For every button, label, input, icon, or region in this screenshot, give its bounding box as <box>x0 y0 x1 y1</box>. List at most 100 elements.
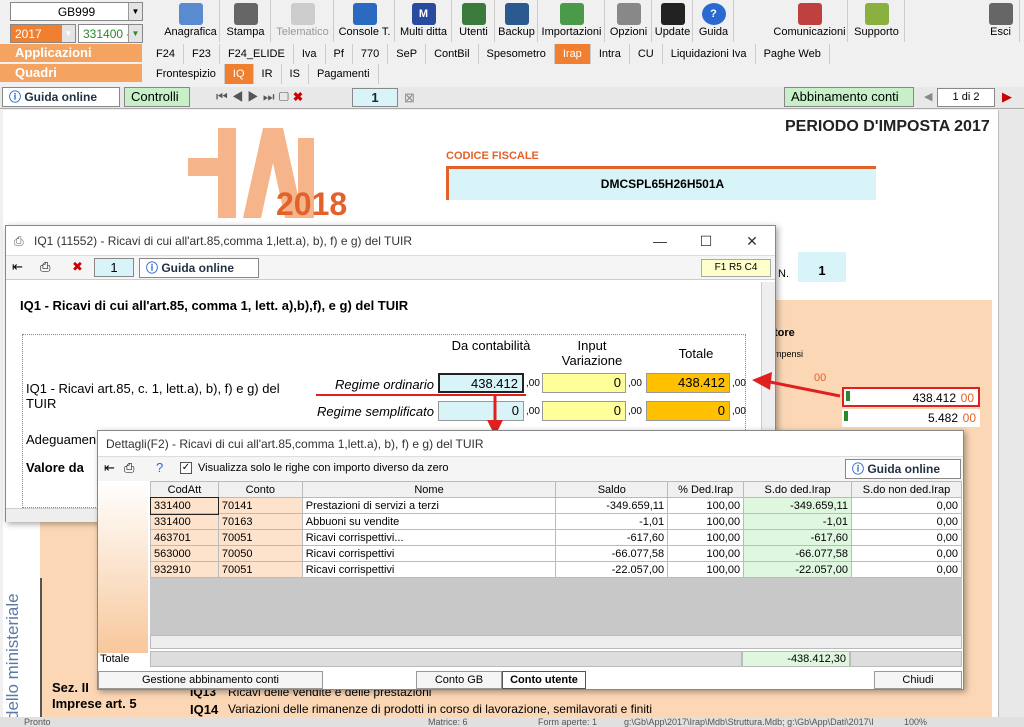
quadri-tab-frontespizio[interactable]: Frontespizio <box>148 64 225 84</box>
last-page-icon[interactable]: ⏭ <box>263 89 279 104</box>
iq1-total-field[interactable]: 438.412 00 <box>842 387 980 407</box>
column-header[interactable]: S.do ded.Irap <box>743 481 852 498</box>
prev-doc-icon[interactable]: ◀ <box>924 90 932 103</box>
tab-irap[interactable]: Irap <box>554 44 591 64</box>
regime-semplificato-label: Regime semplificato <box>316 404 434 419</box>
page-number-field[interactable]: 1 <box>352 88 398 107</box>
tab-paghe-web[interactable]: Paghe Web <box>756 44 830 64</box>
abbinamento-conti-button[interactable]: Abbinamento conti <box>784 87 914 107</box>
tab-cu[interactable]: CU <box>630 44 663 64</box>
printer-icon[interactable]: ⎙ <box>124 460 134 476</box>
utenti-button[interactable]: Utenti <box>453 0 495 42</box>
tab-sep[interactable]: SeP <box>388 44 427 64</box>
help-icon[interactable]: ? <box>156 460 163 475</box>
controlli-button[interactable]: Controlli <box>124 87 190 107</box>
guida-online-button[interactable]: ⓘ Guida online <box>2 87 120 107</box>
new-page-icon[interactable]: ▢ <box>279 89 293 104</box>
console-button[interactable]: Console T. <box>335 0 395 42</box>
esci-button[interactable]: Esci <box>982 0 1020 42</box>
chevron-down-icon[interactable]: ▼ <box>128 3 142 20</box>
gestione-abbinamento-button[interactable]: Gestione abbinamento conti <box>98 671 323 689</box>
tab-f24[interactable]: F24 <box>148 44 184 64</box>
tab-f23[interactable]: F23 <box>184 44 220 64</box>
guida-button[interactable]: ? Guida <box>694 0 734 42</box>
codice-fiscale-value: DMCSPL65H26H501A <box>600 177 725 191</box>
supporto-button[interactable]: Supporto <box>849 0 905 42</box>
next-page-icon[interactable]: ▶ <box>247 89 263 104</box>
column-header[interactable]: Conto <box>217 481 303 498</box>
imprese-label: Imprese art. 5 <box>52 696 137 711</box>
exit-icon[interactable]: ⇤ <box>104 460 115 476</box>
tab-spesometro[interactable]: Spesometro <box>479 44 555 64</box>
table-row[interactable]: 932910 70051 Ricavi corrispettivi -22.057,0… <box>150 561 963 578</box>
close-icon[interactable]: ✕ <box>729 226 775 256</box>
quadri-band[interactable]: Quadri <box>0 64 142 82</box>
regime-ordinario-label: Regime ordinario <box>335 377 434 392</box>
dettagli-hscroll[interactable] <box>150 635 962 649</box>
maximize-icon[interactable]: ☐ <box>683 226 729 256</box>
anagrafica-button[interactable]: Anagrafica <box>162 0 220 42</box>
iq1-page-field[interactable]: 1 <box>94 258 134 277</box>
codice-fiscale-field[interactable]: DMCSPL65H26H501A <box>446 166 876 200</box>
chevron-down-icon[interactable]: ▼ <box>61 25 75 42</box>
multiditta-label: Multi ditta <box>399 26 448 38</box>
tab-intra[interactable]: Intra <box>591 44 630 64</box>
tab-contbil[interactable]: ContBil <box>426 44 479 64</box>
quadri-tab-pagamenti[interactable]: Pagamenti <box>309 64 379 84</box>
table-cell: 0,00 <box>850 529 963 546</box>
column-header[interactable]: CodAtt <box>150 481 219 498</box>
year-select[interactable]: 2017 ▼ <box>10 24 76 43</box>
chiudi-button[interactable]: Chiudi <box>874 671 962 689</box>
nav-arrows[interactable]: ⏮◀▶⏭▢✖ <box>216 89 307 105</box>
table-row[interactable]: 331400 70163 Abbuoni su vendite -1,01 100,00… <box>150 513 963 530</box>
table-row[interactable]: 563000 70050 Ricavi corrispettivi -66.077,5… <box>150 545 963 562</box>
backup-button[interactable]: Backup <box>496 0 538 42</box>
company-value: GB999 <box>57 5 96 19</box>
printer-icon[interactable]: ⎙ <box>40 259 50 275</box>
delete-page-icon[interactable]: ✖ <box>293 89 307 104</box>
next-doc-icon[interactable]: ▶ <box>1002 89 1012 105</box>
table-cell: 100,00 <box>667 513 745 530</box>
chevron-down-icon[interactable]: ▼ <box>128 25 142 42</box>
supporto-icon <box>864 3 889 25</box>
iq2-field[interactable]: 5.482 00 <box>842 409 980 427</box>
column-header[interactable]: % Ded.Irap <box>667 481 745 498</box>
multiditta-button[interactable]: M Multi ditta <box>396 0 452 42</box>
company-select[interactable]: GB999 ▼ <box>10 2 143 21</box>
conto-utente-button[interactable]: Conto utente <box>502 671 586 689</box>
tab-f24-elide[interactable]: F24_ELIDE <box>220 44 294 64</box>
tab-770[interactable]: 770 <box>353 44 389 64</box>
show-nonzero-checkbox[interactable]: ✓ <box>180 462 192 474</box>
delete-icon[interactable]: ✖ <box>72 259 83 275</box>
first-page-icon[interactable]: ⏮ <box>216 89 232 104</box>
telematico-button[interactable]: Telematico <box>272 0 334 42</box>
quadri-tab-ir[interactable]: IR <box>254 64 282 84</box>
quadri-tab-is[interactable]: IS <box>282 64 309 84</box>
tab-iva[interactable]: Iva <box>294 44 326 64</box>
activity-select[interactable]: 331400 - ▼ <box>78 24 143 43</box>
prev-page-icon[interactable]: ◀ <box>232 89 248 104</box>
minimize-icon[interactable]: — <box>637 226 683 256</box>
update-button[interactable]: Update <box>653 0 693 42</box>
iq1-total-dec: 00 <box>960 391 974 405</box>
conto-gb-button[interactable]: Conto GB <box>416 671 502 689</box>
n-field[interactable]: 1 <box>798 252 846 282</box>
search-page-icon[interactable]: ⊠ <box>404 90 415 106</box>
quadri-tab-iq[interactable]: IQ <box>224 64 254 84</box>
dettagli-guida-button[interactable]: ⓘ Guida online <box>845 459 961 479</box>
comunicazioni-button[interactable]: Comunicazioni <box>772 0 848 42</box>
column-header[interactable]: S.do non ded.Irap <box>850 481 963 498</box>
iq1-guida-button[interactable]: ⓘ Guida online <box>139 258 259 278</box>
exit-icon[interactable]: ⇤ <box>12 259 23 275</box>
opzioni-button[interactable]: Opzioni <box>606 0 652 42</box>
table-row[interactable]: 463701 70051 Ricavi corrispettivi... -617,6… <box>150 529 963 546</box>
tab-pf[interactable]: Pf <box>326 44 353 64</box>
importazioni-button[interactable]: Importazioni <box>539 0 605 42</box>
column-header[interactable]: Nome <box>301 481 557 498</box>
tab-liquidazioni-iva[interactable]: Liquidazioni Iva <box>663 44 756 64</box>
stampa-button[interactable]: Stampa <box>221 0 271 42</box>
vertical-scrollbar[interactable] <box>998 110 1024 717</box>
table-row[interactable]: 331400 70141 Prestazioni di servizi a terz… <box>149 496 963 515</box>
column-header[interactable]: Saldo <box>555 481 669 498</box>
applicazioni-band[interactable]: Applicazioni <box>0 44 142 62</box>
